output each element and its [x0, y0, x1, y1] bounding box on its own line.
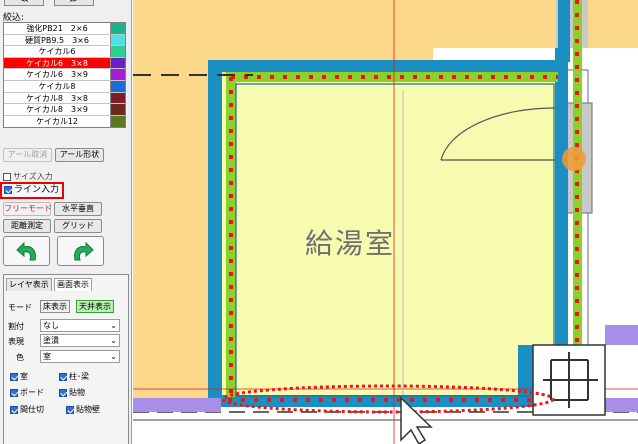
line-input-label: ライン入力	[14, 185, 60, 195]
display-settings-panel: レイヤ表示 画面表示 モード 床表示 天井表示 割付 なし ⌄ 表現 塗潰 ⌄ 色 …	[3, 274, 129, 444]
material-name: ケイカル6 3×8	[4, 57, 110, 69]
horizontal-vertical-button[interactable]: 水平垂直	[54, 202, 102, 216]
purple-strip-right-top	[605, 325, 638, 345]
line-input-checkbox[interactable]	[4, 185, 12, 194]
next-button[interactable]: ≫	[54, 0, 94, 6]
size-input-label: サイズ入力	[13, 172, 53, 181]
column-beam-option[interactable]: 柱･梁	[59, 371, 89, 382]
material-color-swatch	[110, 104, 125, 115]
distance-button[interactable]: 距離測定	[3, 219, 51, 233]
floor-display-button[interactable]: 床表示	[40, 300, 70, 313]
prev-button[interactable]: ≪	[4, 0, 44, 6]
material-row[interactable]: ケイカル12	[4, 115, 125, 128]
material-name: ケイカル6	[38, 47, 76, 57]
board-option-label: ボード	[20, 388, 44, 397]
material-row[interactable]: ケイカル6 3×9	[4, 69, 125, 81]
material-name: 硬質PB9.5 3×6	[25, 35, 89, 45]
material-color-swatch	[110, 23, 125, 34]
orange-marker-icon[interactable]	[562, 147, 586, 171]
column-beam-option-label: 柱･梁	[69, 372, 89, 381]
finish-wall-checkbox[interactable]	[66, 405, 74, 414]
color-value: 室	[43, 352, 51, 361]
material-row[interactable]: ケイカル6 3×8	[4, 57, 125, 70]
outer-area-right	[588, 0, 638, 48]
room-option[interactable]: 室	[10, 371, 28, 382]
chevron-down-icon: ⌄	[110, 336, 117, 345]
wall-left	[208, 60, 222, 400]
color-label: 色	[16, 353, 24, 362]
room-checkbox[interactable]	[10, 372, 18, 381]
room-name-label: 給湯室	[305, 227, 396, 260]
material-color-swatch	[110, 34, 125, 46]
material-name: ケイカル8 3×8	[26, 93, 88, 103]
material-list[interactable]: 強化PB21 2×6 硬質PB9.5 3×6 ケイカル6 ケイカル6 3×8 ケイカル6…	[3, 22, 126, 129]
expression-label: 表現	[8, 337, 24, 346]
material-color-swatch	[110, 115, 125, 128]
line-input-option[interactable]: ライン入力	[0, 182, 64, 199]
size-input-option[interactable]: サイズ入力	[3, 171, 53, 182]
redo-button[interactable]	[57, 236, 104, 266]
tool-panel: ≪ ≫ 絞込: 強化PB21 2×6 硬質PB9.5 3×6 ケイカル6 ケイカル6 …	[0, 0, 132, 444]
outer-area-top	[433, 0, 558, 48]
column-beam-checkbox[interactable]	[59, 372, 67, 381]
size-input-checkbox[interactable]	[3, 172, 11, 181]
purple-strip-left	[133, 398, 221, 412]
free-mode-label: フリーモード	[4, 204, 52, 213]
material-row[interactable]: ケイカル8 3×8	[4, 92, 125, 105]
mode-label: モード	[8, 303, 32, 312]
finish-option[interactable]: 貼物	[59, 387, 85, 398]
undo-icon	[16, 241, 36, 261]
material-name: ケイカル6 3×9	[26, 70, 88, 80]
material-color-swatch	[110, 80, 125, 92]
tab-screen-display[interactable]: 画面表示	[54, 278, 92, 291]
material-row[interactable]: ケイカル8	[4, 80, 125, 93]
expression-select[interactable]: 塗潰 ⌄	[40, 334, 120, 347]
board-checkbox[interactable]	[10, 388, 18, 397]
wall-right	[555, 48, 568, 393]
room-option-label: 室	[20, 372, 28, 381]
allocation-select[interactable]: なし ⌄	[40, 319, 120, 332]
material-color-swatch	[110, 57, 125, 69]
material-color-swatch	[110, 46, 125, 57]
allocation-value: なし	[43, 321, 59, 330]
expression-value: 塗潰	[43, 336, 59, 345]
free-mode-button[interactable]: フリーモード	[3, 202, 52, 216]
material-row[interactable]: ケイカル6	[4, 46, 125, 58]
wall-right-top	[558, 0, 570, 62]
tab-layer-display[interactable]: レイヤ表示	[6, 278, 52, 291]
arc-shape-button[interactable]: アール形状	[55, 148, 104, 162]
material-row[interactable]: 硬質PB9.5 3×6	[4, 34, 125, 47]
material-row[interactable]: 強化PB21 2×6	[4, 23, 125, 35]
board-strip-top	[228, 72, 558, 82]
arc-cancel-button[interactable]: アール取消	[3, 148, 52, 162]
finish-wall-option-label: 貼物壁	[76, 405, 100, 414]
color-select[interactable]: 室 ⌄	[40, 350, 120, 363]
partition-checkbox[interactable]	[10, 405, 18, 414]
material-name: ケイカル8	[38, 81, 76, 91]
material-color-swatch	[110, 69, 125, 80]
chevron-down-icon: ⌄	[110, 352, 117, 361]
finish-option-label: 貼物	[69, 388, 85, 397]
wall-top	[208, 60, 558, 72]
material-color-swatch	[110, 92, 125, 104]
chevron-down-icon: ⌄	[110, 321, 117, 330]
allocation-label: 割付	[8, 322, 24, 331]
material-row[interactable]: ケイカル8 3×9	[4, 104, 125, 116]
finish-wall-option[interactable]: 貼物壁	[66, 404, 100, 415]
material-name: ケイカル8 3×9	[26, 105, 88, 115]
finish-checkbox[interactable]	[59, 388, 67, 397]
grid-button[interactable]: グリッド	[54, 219, 102, 233]
board-option[interactable]: ボード	[10, 387, 44, 398]
partition-option[interactable]: 間仕切	[10, 404, 44, 415]
partition-option-label: 間仕切	[20, 405, 44, 414]
material-name: 強化PB21 2×6	[26, 24, 88, 33]
undo-button[interactable]	[3, 236, 50, 266]
ceiling-display-button[interactable]: 天井表示	[76, 300, 114, 313]
redo-icon	[74, 241, 94, 261]
material-name: ケイカル12	[35, 116, 79, 126]
purple-strip-right-bottom	[605, 398, 638, 412]
